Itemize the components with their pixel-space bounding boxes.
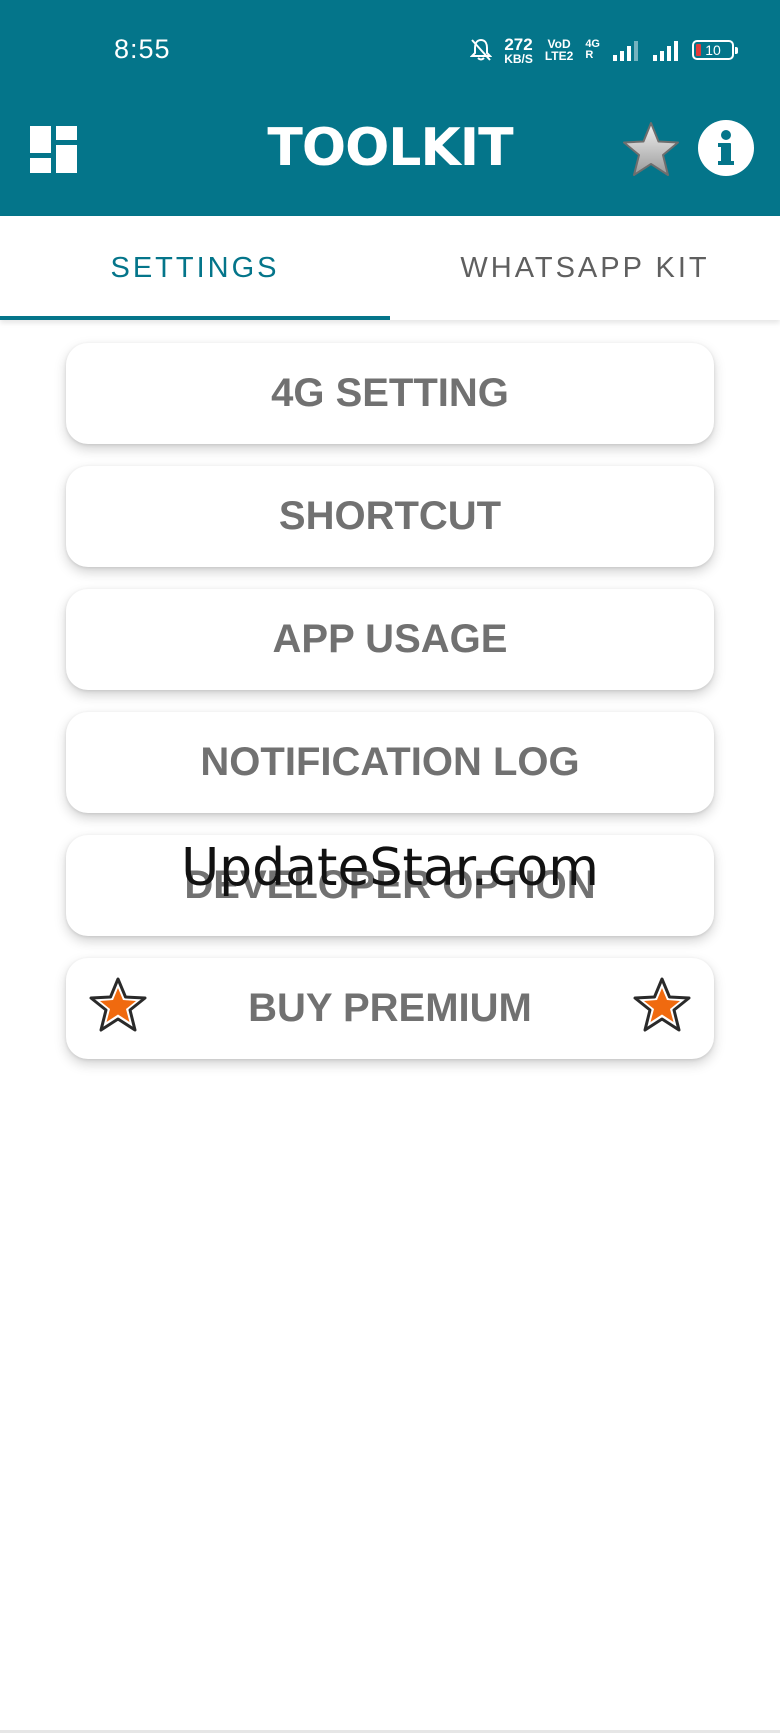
- 4g-setting-label: 4G SETTING: [271, 371, 509, 415]
- volte-bottom: LTE2: [544, 49, 574, 63]
- network-speed: 272 KB/S: [504, 36, 533, 65]
- app-usage-button[interactable]: APP USAGE: [66, 589, 714, 690]
- status-time: 8:55: [114, 34, 171, 64]
- buy-premium-label: BUY PREMIUM: [248, 986, 532, 1030]
- volte-indicator: VoD LTE2: [545, 38, 573, 62]
- status-icons: 272 KB/S VoD LTE2 4G R 10: [470, 34, 738, 66]
- settings-menu: 4G SETTING SHORTCUT APP USAGE NOTIFICATI…: [66, 343, 714, 1081]
- app-bar: TOOLKIT: [0, 96, 780, 216]
- app-usage-label: APP USAGE: [272, 617, 508, 661]
- tab-settings[interactable]: SETTINGS: [0, 216, 390, 320]
- developer-option-label: DEVELOPER OPTION: [184, 863, 596, 907]
- tab-bar: SETTINGS WHATSAPP KIT: [0, 216, 780, 320]
- tab-indicator: [0, 316, 390, 320]
- premium-star-icon: [89, 977, 147, 1032]
- bell-muted-icon: [470, 38, 493, 61]
- premium-star-icon: [633, 977, 691, 1032]
- shortcut-label: SHORTCUT: [278, 494, 502, 538]
- 4g-setting-button[interactable]: 4G SETTING: [66, 343, 714, 444]
- signal-bars-icon-2: [653, 41, 678, 61]
- shortcut-button[interactable]: SHORTCUT: [66, 466, 714, 567]
- info-icon: [718, 130, 734, 165]
- battery-level: 10: [705, 42, 721, 58]
- speed-unit: KB/S: [504, 51, 533, 66]
- developer-option-button[interactable]: DEVELOPER OPTION: [66, 835, 714, 936]
- speed-value: 272: [504, 34, 533, 54]
- buy-premium-button[interactable]: BUY PREMIUM: [66, 958, 714, 1059]
- status-bar: 8:55 272 KB/S VoD LTE2 4G R 10: [0, 0, 780, 96]
- notification-log-button[interactable]: NOTIFICATION LOG: [66, 712, 714, 813]
- network-type: 4G R: [585, 39, 600, 61]
- tab-whatsapp-kit[interactable]: WHATSAPP KIT: [390, 216, 780, 320]
- info-button[interactable]: [698, 120, 754, 176]
- signal-bars-icon-1: [613, 41, 638, 61]
- network-bottom: R: [585, 49, 594, 61]
- notification-log-label: NOTIFICATION LOG: [200, 740, 580, 784]
- star-icon: [623, 122, 679, 176]
- battery-icon: 10: [692, 40, 738, 60]
- rate-button[interactable]: [620, 120, 682, 180]
